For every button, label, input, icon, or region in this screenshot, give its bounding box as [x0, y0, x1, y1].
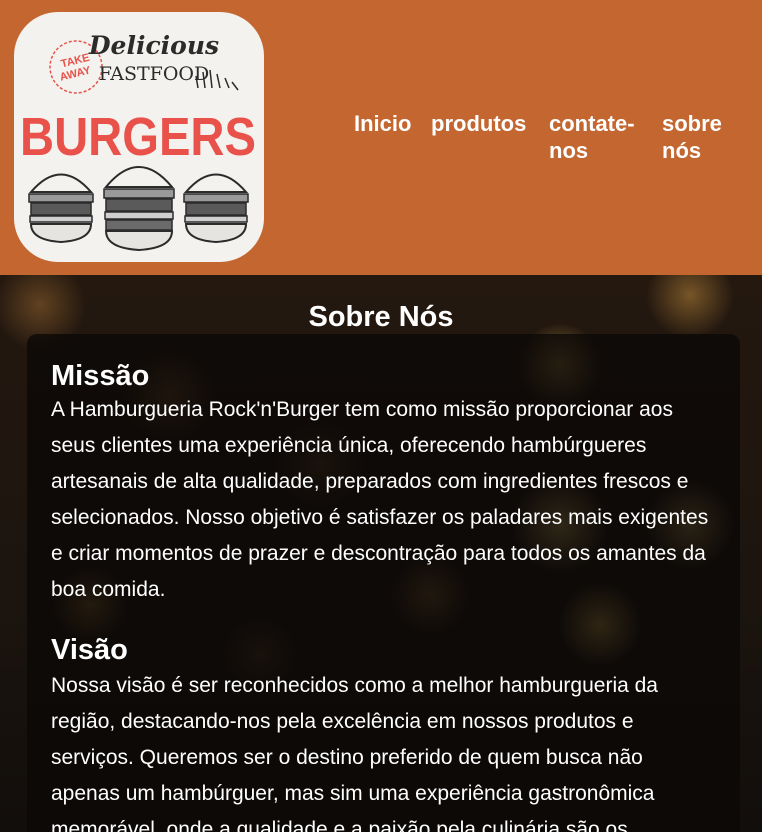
visao-heading: Visão — [51, 634, 128, 666]
nav-link-produtos[interactable]: produtos — [431, 110, 549, 164]
nav-link-sobrenos[interactable]: sobre nós — [662, 110, 742, 164]
page-title: Sobre Nós — [308, 301, 454, 333]
visao-text: Nossa visão é ser reconhecidos como a me… — [51, 674, 658, 832]
nav-link-contatenos[interactable]: contate- nos — [549, 110, 662, 164]
page: TAKE AWAY Delicious FASTFOOD BURGERS Ini… — [0, 0, 762, 832]
missao-heading: Missão — [51, 360, 150, 392]
missao-text: A Hamburgueria Rock'n'Burger tem como mi… — [51, 398, 709, 601]
logo-line1: Delicious — [88, 31, 219, 60]
brand-logo[interactable]: TAKE AWAY Delicious FASTFOOD BURGERS — [14, 12, 264, 262]
burgers-logo-image: TAKE AWAY Delicious FASTFOOD BURGERS — [20, 31, 256, 252]
main-nav: Inicio produtos contate- nos sobre nós — [354, 110, 742, 164]
nav-link-inicio[interactable]: Inicio — [354, 110, 431, 164]
burger-illustration-left — [28, 173, 94, 244]
site-header: TAKE AWAY Delicious FASTFOOD BURGERS Ini… — [0, 0, 762, 275]
logo-line2: FASTFOOD — [99, 63, 210, 85]
burger-illustration-right — [183, 173, 249, 244]
logo-big-word: BURGERS — [20, 107, 256, 167]
burger-illustration-center — [103, 166, 175, 252]
